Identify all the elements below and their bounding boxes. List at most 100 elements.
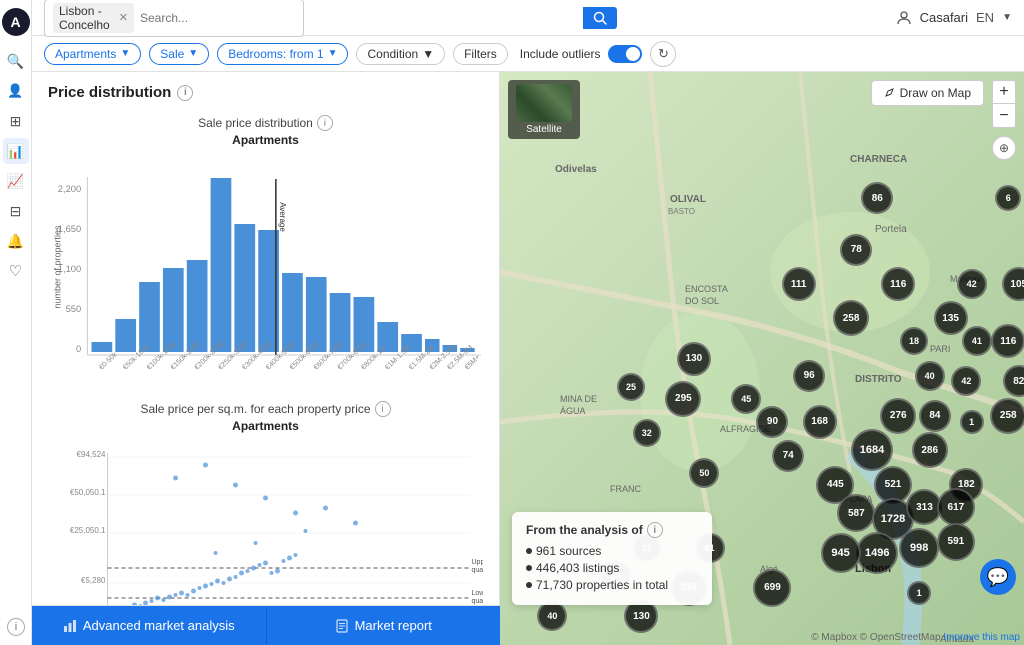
search-button[interactable] [583,7,617,29]
draw-on-map-button[interactable]: Draw on Map [871,80,984,106]
chart1-title: Sale price distribution i [48,115,483,131]
search-box[interactable]: Lisbon - Concelho ✕ [44,0,304,37]
map-cluster[interactable]: 116 [991,324,1024,358]
map-cluster[interactable]: 84 [919,400,951,432]
map-cluster[interactable]: 591 [937,523,975,561]
sidebar-icon-person[interactable]: 👤 [3,78,29,104]
svg-text:€94,524: €94,524 [77,450,106,459]
improve-map-link[interactable]: Improve this map [943,632,1020,643]
info-icon[interactable]: i [7,618,25,636]
search-input[interactable] [140,11,295,25]
map-cluster[interactable]: 945 [821,533,861,573]
map-cluster[interactable]: 699 [753,569,791,607]
sidebar-icon-layers[interactable]: ⊞ [3,108,29,134]
map-cluster[interactable]: 90 [756,406,788,438]
map-cluster[interactable]: 295 [665,381,701,417]
filter-bedrooms[interactable]: Bedrooms: from 1 ▼ [217,43,348,65]
map-cluster[interactable]: 105 [1002,267,1024,301]
map-cluster[interactable]: 617 [937,488,975,526]
map-cluster[interactable]: 74 [772,440,804,472]
sidebar-icon-analysis[interactable]: 📊 [3,138,29,164]
map-cluster[interactable]: 1 [907,581,931,605]
map-cluster[interactable]: 45 [731,384,761,414]
filter-deal-type[interactable]: Sale ▼ [149,43,209,65]
panel-info-icon[interactable]: i [177,85,193,101]
map-cluster[interactable]: 258 [833,300,869,336]
zoom-in-button[interactable]: + [992,80,1016,104]
analysis-title: From the analysis of i [526,522,698,538]
map-cluster[interactable]: 50 [689,458,719,488]
include-outliers-label: Include outliers [520,47,601,61]
bar-8 [282,273,303,352]
map-cluster[interactable]: 998 [899,528,939,568]
analysis-box: From the analysis of i 961 sources 446,4… [512,512,712,605]
sidebar-icon-bell[interactable]: 🔔 [3,228,29,254]
analysis-listings: 446,403 listings [526,561,698,575]
map-cluster[interactable]: 25 [617,373,645,401]
lang-selector[interactable]: EN [976,10,994,25]
report-icon [335,619,349,633]
map-cluster[interactable]: 42 [957,269,987,299]
svg-text:2,200: 2,200 [58,184,81,194]
satellite-thumbnail [516,84,572,122]
satellite-button[interactable]: Satellite [508,80,580,139]
analysis-properties: 71,730 properties in total [526,578,698,592]
market-report-button[interactable]: Market report [267,606,501,645]
map-cluster[interactable]: 1684 [851,429,893,471]
map-cluster[interactable]: 168 [803,405,837,439]
map-cluster[interactable]: 286 [912,432,948,468]
remove-search-tag[interactable]: ✕ [119,11,128,24]
map-cluster[interactable]: 130 [677,342,711,376]
map-cluster[interactable]: 258 [990,398,1024,434]
compass-button[interactable]: ⊕ [992,136,1016,160]
map-cluster[interactable]: 6 [995,185,1021,211]
filter-property-type[interactable]: Apartments ▼ [44,43,141,65]
sidebar-icon-chart[interactable]: 📈 [3,168,29,194]
map-background[interactable]: Odivelas OLIVAL BASTO ENCOSTA DO SOL CHA… [500,72,1024,645]
chart2-info-icon[interactable]: i [375,401,391,417]
svg-text:DO SOL: DO SOL [685,296,719,306]
map-cluster[interactable]: 40 [537,601,567,631]
map-cluster[interactable]: 111 [782,267,816,301]
map-cluster[interactable]: 86 [861,182,893,214]
map-cluster[interactable]: 116 [881,267,915,301]
map-cluster[interactable]: 276 [880,398,916,434]
analysis-info-icon[interactable]: i [647,522,663,538]
map-cluster[interactable]: 18 [900,327,928,355]
map-cluster[interactable]: 82 [1003,365,1024,397]
map-cluster[interactable]: 40 [915,361,945,391]
sidebar-icon-search[interactable]: 🔍 [3,48,29,74]
bedrooms-arrow: ▼ [328,48,338,59]
map-area: Odivelas OLIVAL BASTO ENCOSTA DO SOL CHA… [500,72,1024,645]
sidebar-icon-grid[interactable]: ⊟ [3,198,29,224]
refresh-button[interactable]: ↻ [650,41,676,67]
svg-text:quartile: quartile [472,598,484,605]
zoom-out-button[interactable]: − [992,104,1016,128]
include-outliers-toggle[interactable] [608,45,642,63]
bar-chart: 0 550 1,100 1,650 2,200 number of proper… [48,157,483,377]
chart1-info-icon[interactable]: i [317,115,333,131]
draw-icon [884,87,896,99]
filter-condition[interactable]: Condition ▼ [356,43,445,65]
lang-chevron[interactable]: ▼ [1002,12,1012,23]
map-cluster[interactable]: 135 [934,301,968,335]
map-cluster[interactable]: 96 [793,360,825,392]
map-cluster[interactable]: 32 [633,419,661,447]
svg-text:BASTO: BASTO [668,207,695,216]
filter-filters[interactable]: Filters [453,43,508,65]
map-cluster[interactable]: 1496 [856,532,898,574]
map-cluster[interactable]: 78 [840,234,872,266]
svg-text:Odivelas: Odivelas [555,164,597,175]
map-cluster[interactable]: 41 [962,326,992,356]
map-cluster[interactable]: 1 [960,410,984,434]
bar-9 [306,277,327,352]
chat-button[interactable]: 💬 [980,559,1016,595]
sidebar-icon-heart[interactable]: ♡ [3,258,29,284]
bar-3 [163,268,184,352]
app-logo[interactable]: A [2,8,30,36]
map-cluster[interactable]: 587 [837,494,875,532]
deal-type-arrow: ▼ [188,48,198,59]
svg-text:Average: Average [278,202,287,232]
map-cluster[interactable]: 42 [951,366,981,396]
advanced-market-analysis-button[interactable]: Advanced market analysis [32,606,267,645]
